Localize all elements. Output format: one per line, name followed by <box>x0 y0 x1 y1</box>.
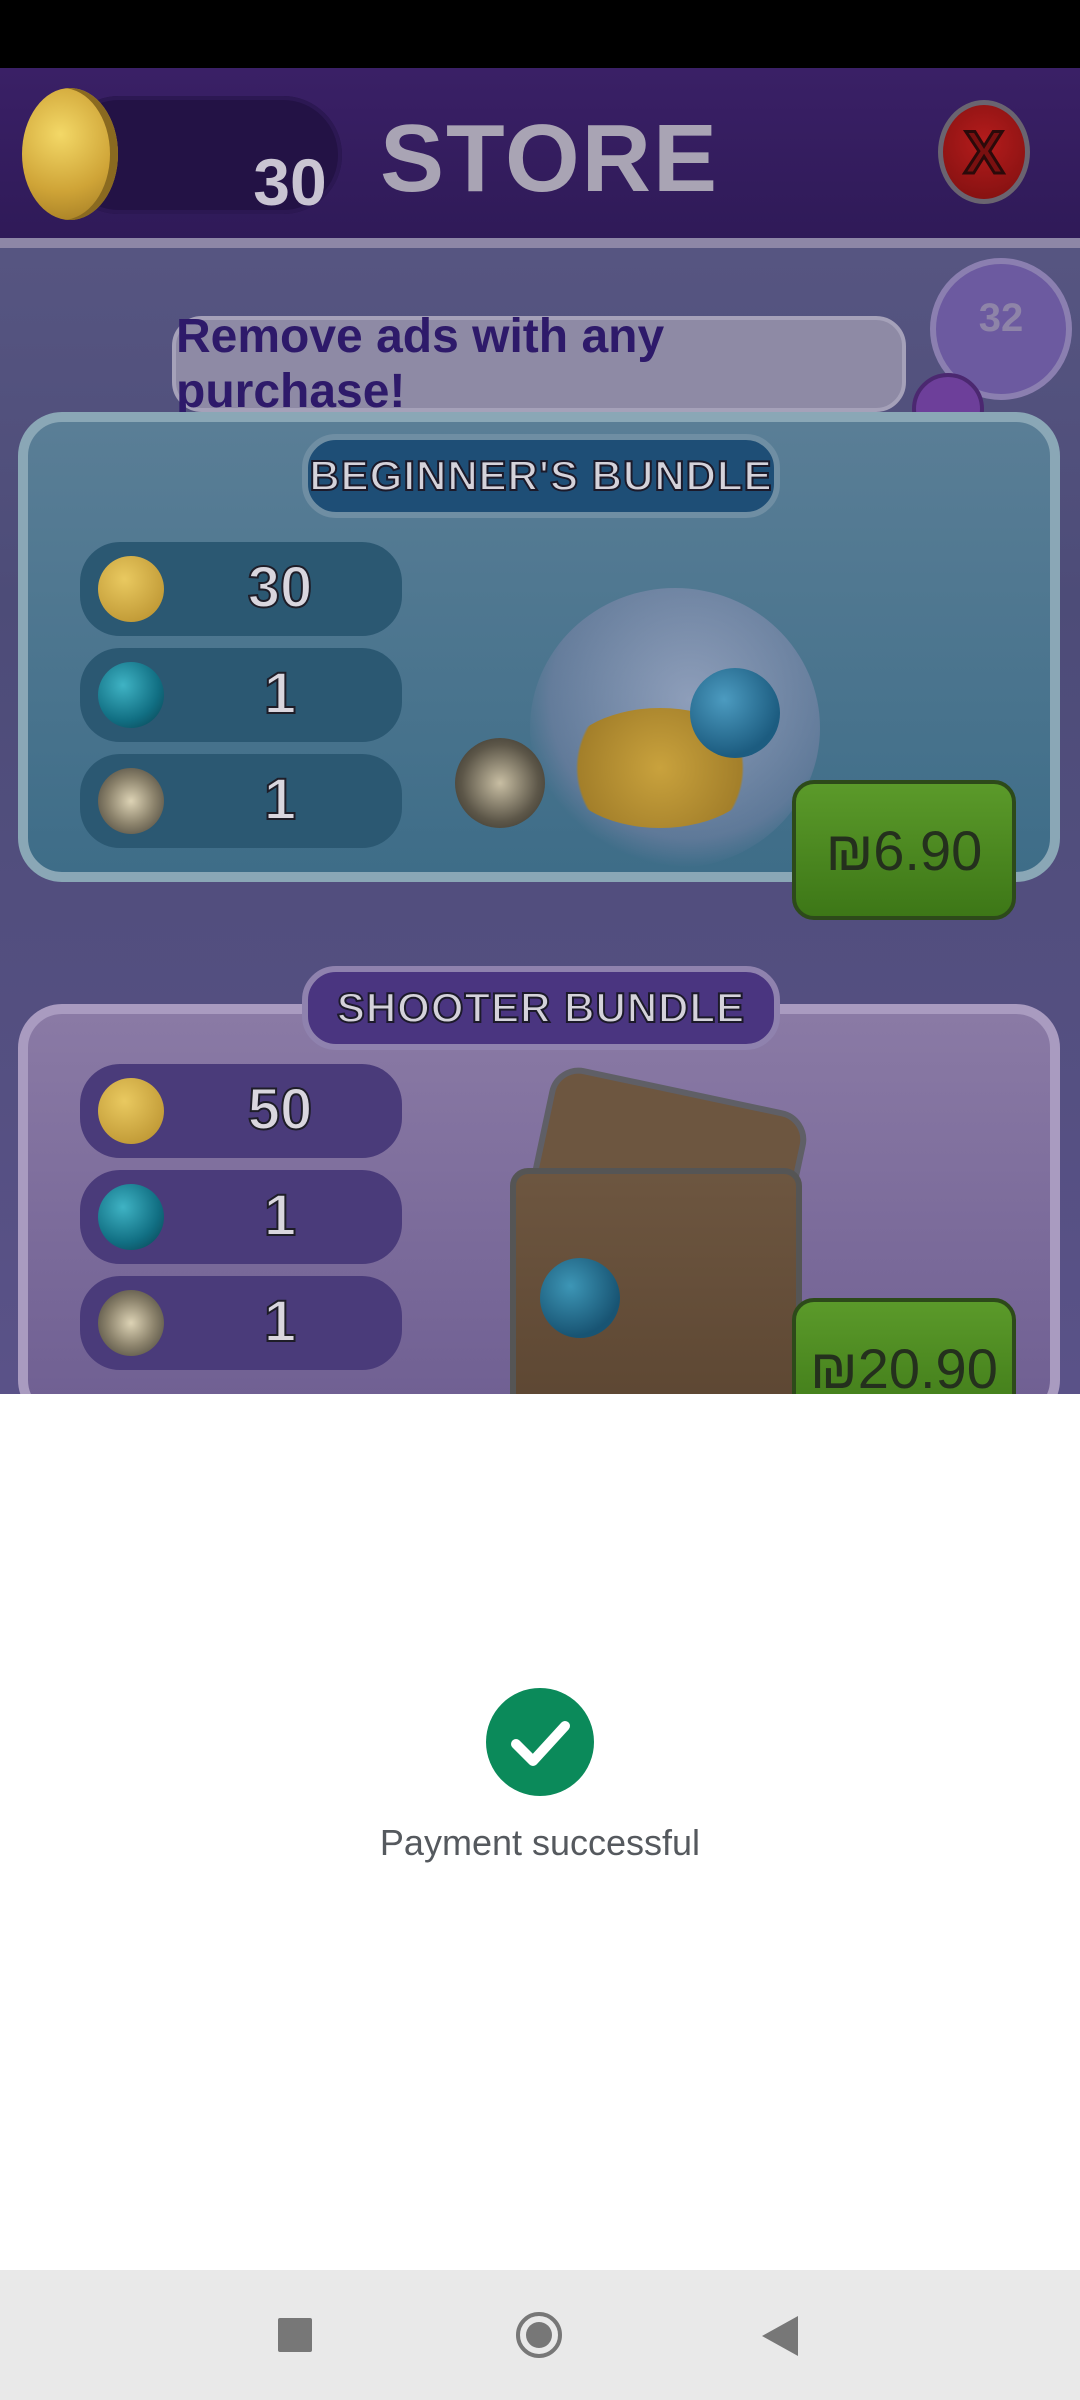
status-bar <box>0 0 1080 68</box>
price-label: ₪6.90 <box>825 818 983 882</box>
coin-icon <box>98 1078 164 1144</box>
shooter-bundle-title: SHOOTER BUNDLE <box>302 966 780 1050</box>
payment-sheet: Payment successful <box>0 1394 1080 2270</box>
recents-square-icon[interactable] <box>278 2318 312 2352</box>
coin-icon <box>98 556 164 622</box>
banner-text: Remove ads with any purchase! <box>176 310 665 418</box>
coin-count: 30 <box>253 145 327 219</box>
item-value: 1 <box>263 660 297 727</box>
bundle-item: 30 <box>80 542 402 636</box>
system-nav-bar <box>0 2270 1080 2400</box>
back-triangle-icon[interactable] <box>762 2316 798 2356</box>
item-value: 1 <box>263 766 297 833</box>
price-label: ₪20.90 <box>810 1336 998 1395</box>
item-value: 50 <box>247 1076 314 1143</box>
orb-image <box>690 668 780 758</box>
coin-icon <box>22 88 118 220</box>
close-icon: X <box>962 117 1005 187</box>
bundle-title-text: BEGINNER'S BUNDLE <box>308 451 773 500</box>
bomb-icon <box>98 768 164 834</box>
bundle-item: 1 <box>80 754 402 848</box>
bundle-item: 1 <box>80 648 402 742</box>
buy-shooter-bundle-button[interactable]: ₪20.90 <box>792 1298 1016 1394</box>
close-button[interactable]: X <box>938 100 1030 204</box>
bomb-icon <box>98 1290 164 1356</box>
remove-ads-banner: Remove ads with any purchase! <box>172 310 906 418</box>
home-circle-icon[interactable] <box>516 2312 562 2358</box>
check-circle-icon <box>486 1688 594 1796</box>
item-value: 30 <box>247 554 314 621</box>
payment-status-text: Payment successful <box>379 1822 701 1863</box>
orb-icon <box>98 1184 164 1250</box>
item-value: 1 <box>263 1182 297 1249</box>
level-number: 32 <box>978 296 1024 340</box>
buy-beginners-bundle-button[interactable]: ₪6.90 <box>792 780 1016 920</box>
bundle-item: 50 <box>80 1064 402 1158</box>
orb-icon <box>98 662 164 728</box>
store-screen: 30 STORE X 32 Remove ads with any purcha… <box>0 68 1080 1394</box>
bundle-item: 1 <box>80 1276 402 1370</box>
orb-image <box>540 1258 620 1338</box>
bundle-item: 1 <box>80 1170 402 1264</box>
bundle-title-text: SHOOTER BUNDLE <box>336 983 746 1032</box>
bomb-image <box>455 738 545 828</box>
store-header: 30 STORE X <box>0 68 1080 248</box>
store-title: STORE <box>380 105 719 212</box>
beginners-bundle-title: BEGINNER'S BUNDLE <box>302 434 780 518</box>
item-value: 1 <box>263 1288 297 1355</box>
